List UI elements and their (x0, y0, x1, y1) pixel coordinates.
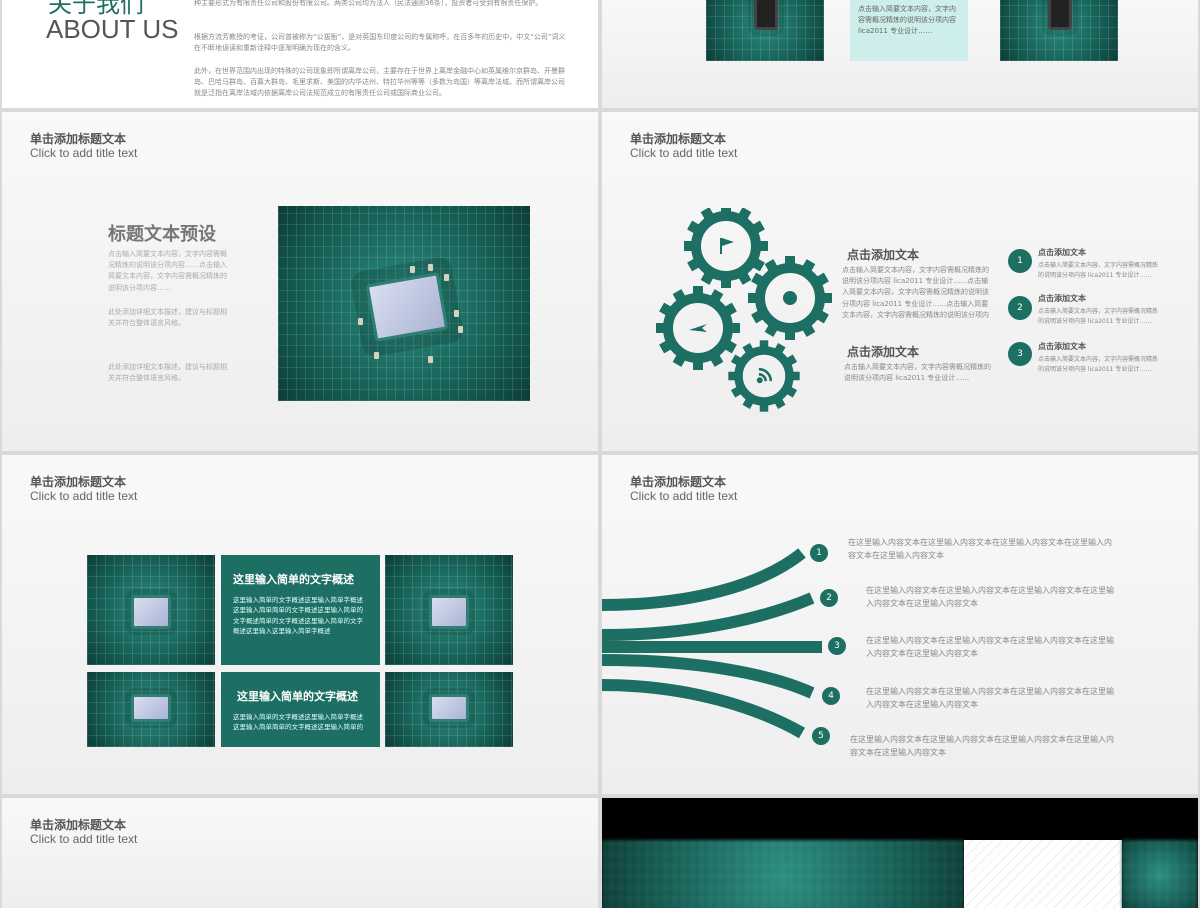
slide-title: 单击添加标题文本 (30, 475, 127, 489)
line-item-text: 在这里输入内容文本在这里输入内容文本在这里输入内容文本在这里输入内容文本在这里输… (866, 687, 1114, 709)
plane-icon (689, 324, 707, 332)
text-box-text: 这里输入简单的文字概述这里输入简单字概述这里输入简单简单的文字概述这里输入简单的 (233, 713, 363, 732)
slide-subtitle: Click to add title text (630, 146, 738, 160)
num-badge: 5 (812, 727, 830, 745)
flag-icon (720, 238, 734, 254)
num-badge: 1 (810, 544, 828, 562)
about-title-en: ABOUT US (46, 14, 179, 44)
about-para-2: 根据方流芳教授的考证，公司曾被称为“公拔衙”，是对英国东印度公司的专属称呼。在百… (194, 33, 566, 53)
preset-para-3: 此处添加详细文本描述，建议与标题相关并符合整体语言风格。 (108, 363, 227, 383)
chip-photo-edge (1122, 840, 1198, 908)
info-box-text: 点击输入简要文本内容，文字内容需概况精炼的说明该分项内容 lica2011 专业… (858, 5, 956, 36)
chip-tile (87, 555, 215, 665)
gears-graphic (652, 208, 842, 418)
text-box-1: 这里输入简单的文字概述 这里输入简单的文字概述这里输入简单字概述这里输入简单简单… (221, 555, 380, 665)
line-item-text: 在这里输入内容文本在这里输入内容文本在这里输入内容文本在这里输入内容文本在这里输… (848, 538, 1112, 560)
chip-tile (385, 555, 513, 665)
item-text: 点击输入简要文本内容，文字内容需概况精炼的说明该分项内容 lica2011 专业… (1038, 262, 1159, 279)
slide-grid[interactable]: 单击添加标题文本 Click to add title text 这里输入简单的… (2, 455, 598, 794)
text-box-title: 这里输入简单的文字概述 (233, 573, 354, 586)
preset-heading: 标题文本预设 (108, 224, 216, 245)
item-text: 点击输入简要文本内容，文字内容需概况精炼的说明该分项内容 lica2011 专业… (1038, 356, 1159, 373)
slide-title: 单击添加标题文本 (630, 132, 727, 146)
preset-para-1: 点击输入简要文本内容，文字内容需概况精炼的说明该分项内容……点击输入简要文本内容… (108, 250, 227, 292)
item-title: 点击添加文本 (1038, 248, 1086, 257)
num-badge: 4 (822, 687, 840, 705)
item-title: 点击添加文本 (1038, 342, 1086, 351)
slide-subtitle: Click to add title text (30, 489, 138, 503)
info-box: 点击输入简要文本内容，文字内容需概况精炼的说明该分项内容 lica2011 专业… (850, 0, 968, 61)
gear-block-1-text: 点击输入简要文本内容，文字内容需概况精炼的说明该分项内容 lica2011 专业… (842, 266, 989, 319)
curved-lines-graphic (602, 548, 822, 739)
hatched-panel (964, 840, 1122, 908)
item-title: 点击添加文本 (1038, 294, 1086, 303)
chip-photo-blurred (602, 840, 964, 908)
text-box-title: 这里输入简单的文字概述 (237, 690, 358, 703)
num-badge: 3 (1008, 342, 1032, 366)
num-badge: 2 (820, 589, 838, 607)
wifi-icon (756, 367, 773, 384)
slide-bottom-right[interactable] (602, 798, 1198, 908)
slide-lines[interactable]: 单击添加标题文本 Click to add title text 1 在这里输入… (602, 455, 1198, 794)
slide-about-us[interactable]: 关于我们 ABOUT US 种主要形式为有限责任公司和股份有限公司。两类公司均为… (2, 0, 598, 108)
chip-image (1000, 0, 1118, 61)
slide-subtitle: Click to add title text (30, 146, 138, 160)
num-badge: 1 (1008, 249, 1032, 273)
slide-bottom-left[interactable]: 单击添加标题文本 Click to add title text (2, 798, 598, 908)
preset-para-2: 此处添加详细文本描述，建议与标题相关并符合整体语言风格。 (108, 308, 227, 328)
slide-subtitle: Click to add title text (30, 832, 138, 846)
slide-chips-top[interactable]: 点击输入简要文本内容，文字内容需概况精炼的说明该分项内容 lica2011 专业… (602, 0, 1198, 108)
slide-title-preset[interactable]: 单击添加标题文本 Click to add title text 标题文本预设 … (2, 112, 598, 451)
gear-block-2-text: 点击输入简要文本内容，文字内容需概况精炼的说明该分项内容 lica2011 专业… (844, 363, 991, 383)
num-badge: 3 (828, 637, 846, 655)
chip-tile (87, 672, 215, 747)
globe-icon (783, 291, 797, 305)
line-item-text: 在这里输入内容文本在这里输入内容文本在这里输入内容文本在这里输入内容文本在这里输… (866, 586, 1114, 608)
line-item-text: 在这里输入内容文本在这里输入内容文本在这里输入内容文本在这里输入内容文本在这里输… (850, 735, 1114, 757)
chip-photo (278, 206, 530, 401)
slide-subtitle: Click to add title text (630, 489, 738, 503)
gear-block-1-title: 点击添加文本 (847, 248, 920, 262)
text-box-2: 这里输入简单的文字概述 这里输入简单的文字概述这里输入简单字概述这里输入简单简单… (221, 672, 380, 747)
chip-tile (385, 672, 513, 747)
gear-block-2-title: 点击添加文本 (847, 345, 920, 359)
about-para-1: 种主要形式为有限责任公司和股份有限公司。两类公司均为法人（民法通则36条），投资… (194, 0, 543, 7)
num-badge: 2 (1008, 296, 1032, 320)
slide-gears[interactable]: 单击添加标题文本 Click to add title text 点击添加文本 … (602, 112, 1198, 451)
about-para-3: 此外，在世界范围内出现的特殊的公司现象即所谓离岸公司，主要存在于世界上离岸金融中… (194, 67, 565, 98)
slide-title: 单击添加标题文本 (630, 475, 727, 489)
slide-title: 单击添加标题文本 (30, 132, 127, 146)
text-box-text: 这里输入简单的文字概述这里输入简单字概述这里输入简单简单的文字概述这里输入简单的… (233, 596, 363, 636)
line-item-text: 在这里输入内容文本在这里输入内容文本在这里输入内容文本在这里输入内容文本在这里输… (866, 636, 1114, 658)
slide-title: 单击添加标题文本 (30, 818, 127, 832)
item-text: 点击输入简要文本内容，文字内容需概况精炼的说明该分项内容 lica2011 专业… (1038, 308, 1159, 325)
chip-image (706, 0, 824, 61)
